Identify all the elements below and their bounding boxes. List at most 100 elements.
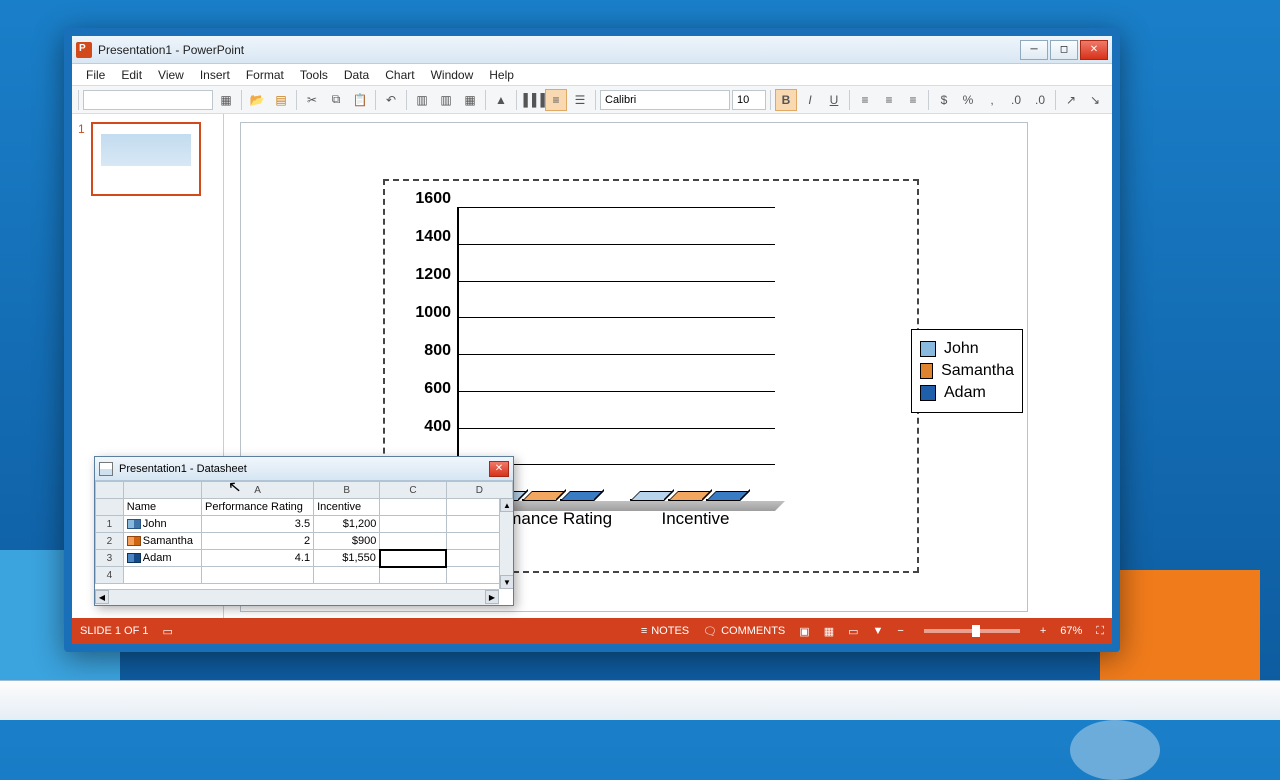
- datasheet-vscroll[interactable]: ▲ ▼: [499, 498, 513, 589]
- copy-button[interactable]: ⧉: [325, 89, 347, 111]
- fit-button[interactable]: ⛶: [1096, 625, 1104, 638]
- underline-button[interactable]: U: [823, 89, 845, 111]
- row-header-4[interactable]: 4: [96, 567, 124, 584]
- align-center-button[interactable]: ≡: [878, 89, 900, 111]
- bold-button[interactable]: B: [775, 89, 797, 111]
- zoom-slider[interactable]: [924, 629, 1020, 633]
- menu-tools[interactable]: Tools: [292, 66, 336, 84]
- scroll-up-icon[interactable]: ▲: [500, 498, 513, 512]
- cell-b4[interactable]: [314, 567, 380, 584]
- comma-button[interactable]: ,: [981, 89, 1003, 111]
- slide-thumbnail[interactable]: [91, 122, 201, 196]
- legend-item[interactable]: John: [920, 340, 1014, 358]
- menu-view[interactable]: View: [150, 66, 192, 84]
- row-header-3[interactable]: 3: [96, 550, 124, 567]
- zoom-in-button[interactable]: +: [1040, 625, 1046, 637]
- by-row-button[interactable]: ▥: [411, 89, 433, 111]
- by-column-button[interactable]: ▥: [435, 89, 457, 111]
- cell-name-4[interactable]: [123, 567, 201, 584]
- col-header-b[interactable]: B: [314, 482, 380, 499]
- currency-button[interactable]: $: [933, 89, 955, 111]
- value-axis-grid-button[interactable]: ≡: [545, 89, 567, 111]
- cell-a3[interactable]: 4.1: [202, 550, 314, 567]
- font-size-select[interactable]: [732, 90, 766, 110]
- datasheet-close-button[interactable]: ✕: [489, 461, 509, 477]
- chart-type-select[interactable]: [83, 90, 213, 110]
- increase-decimal-button[interactable]: .0: [1005, 89, 1027, 111]
- align-right-button[interactable]: ≡: [902, 89, 924, 111]
- angle-text-down-button[interactable]: ↘: [1084, 89, 1106, 111]
- menu-edit[interactable]: Edit: [113, 66, 150, 84]
- cell-c3-selected[interactable]: [380, 550, 446, 567]
- sorter-view-button[interactable]: ▦: [824, 625, 834, 638]
- cell-a1[interactable]: 3.5: [202, 516, 314, 533]
- row-header-0[interactable]: [96, 499, 124, 516]
- chart-legend[interactable]: John Samantha Adam: [911, 329, 1023, 413]
- cell-name-3[interactable]: Adam: [123, 550, 201, 567]
- slideshow-button[interactable]: ▼: [873, 625, 884, 637]
- undo-button[interactable]: ↶: [380, 89, 402, 111]
- italic-button[interactable]: I: [799, 89, 821, 111]
- angle-text-button[interactable]: ↗: [1060, 89, 1082, 111]
- menu-file[interactable]: File: [78, 66, 113, 84]
- paste-button[interactable]: 📋: [349, 89, 371, 111]
- font-select[interactable]: [600, 90, 730, 110]
- cell-name-2[interactable]: Samantha: [123, 533, 201, 550]
- menu-window[interactable]: Window: [423, 66, 482, 84]
- scroll-down-icon[interactable]: ▼: [500, 575, 513, 589]
- reading-view-button[interactable]: ▭: [848, 625, 858, 638]
- col-header-c[interactable]: C: [380, 482, 446, 499]
- notes-button[interactable]: ≡ NOTES: [641, 625, 689, 637]
- datasheet-grid[interactable]: A B C D Name Performance Rating Incentiv…: [95, 481, 513, 605]
- cell-b3[interactable]: $1,550: [314, 550, 380, 567]
- col-header-d[interactable]: D: [446, 482, 512, 499]
- cell-c1[interactable]: [380, 516, 446, 533]
- corner-cell[interactable]: [96, 482, 124, 499]
- cell-b2[interactable]: $900: [314, 533, 380, 550]
- col-header-name-blank[interactable]: [123, 482, 201, 499]
- menu-data[interactable]: Data: [336, 66, 377, 84]
- scroll-left-icon[interactable]: ◀: [95, 590, 109, 604]
- datasheet-hscroll[interactable]: ◀ ▶: [95, 589, 499, 605]
- row-header-2[interactable]: 2: [96, 533, 124, 550]
- close-button[interactable]: ✕: [1080, 40, 1108, 60]
- cell-b-header[interactable]: Incentive: [314, 499, 380, 516]
- normal-view-button[interactable]: ▣: [799, 625, 809, 638]
- minimize-button[interactable]: ─: [1020, 40, 1048, 60]
- titlebar[interactable]: Presentation1 - PowerPoint ─ ◻ ✕: [72, 36, 1112, 64]
- legend-item[interactable]: Samantha: [920, 362, 1014, 380]
- cell-a2[interactable]: 2: [202, 533, 314, 550]
- cell-a-header[interactable]: Performance Rating: [202, 499, 314, 516]
- data-table-button[interactable]: ▦: [459, 89, 481, 111]
- align-left-button[interactable]: ≡: [854, 89, 876, 111]
- datasheet-button[interactable]: ▤: [270, 89, 292, 111]
- decrease-decimal-button[interactable]: .0: [1029, 89, 1051, 111]
- windows-taskbar[interactable]: [0, 680, 1280, 720]
- comments-button[interactable]: 🗨 COMMENTS: [703, 625, 785, 638]
- row-header-1[interactable]: 1: [96, 516, 124, 533]
- fill-color-button[interactable]: ▲: [490, 89, 512, 111]
- legend-item[interactable]: Adam: [920, 384, 1014, 402]
- cell-name-header[interactable]: Name: [123, 499, 201, 516]
- cell-a4[interactable]: [202, 567, 314, 584]
- maximize-button[interactable]: ◻: [1050, 40, 1078, 60]
- scroll-right-icon[interactable]: ▶: [485, 590, 499, 604]
- datasheet-titlebar[interactable]: Presentation1 - Datasheet ✕: [95, 457, 513, 481]
- cell-c4[interactable]: [380, 567, 446, 584]
- percent-button[interactable]: %: [957, 89, 979, 111]
- menu-format[interactable]: Format: [238, 66, 292, 84]
- zoom-level[interactable]: 67%: [1060, 625, 1082, 637]
- spellcheck-icon[interactable]: ▭: [162, 625, 172, 638]
- format-chart-area-button[interactable]: ▦: [215, 89, 237, 111]
- cell-c-header[interactable]: [380, 499, 446, 516]
- zoom-out-button[interactable]: −: [897, 625, 903, 637]
- cell-name-1[interactable]: John: [123, 516, 201, 533]
- menu-insert[interactable]: Insert: [192, 66, 238, 84]
- cell-b1[interactable]: $1,200: [314, 516, 380, 533]
- col-header-a[interactable]: A: [202, 482, 314, 499]
- datasheet-window[interactable]: Presentation1 - Datasheet ✕ A B C D Name…: [94, 456, 514, 606]
- legend-button[interactable]: ☰: [569, 89, 591, 111]
- cell-c2[interactable]: [380, 533, 446, 550]
- category-axis-grid-button[interactable]: ▐▐▐: [521, 89, 543, 111]
- menu-help[interactable]: Help: [481, 66, 522, 84]
